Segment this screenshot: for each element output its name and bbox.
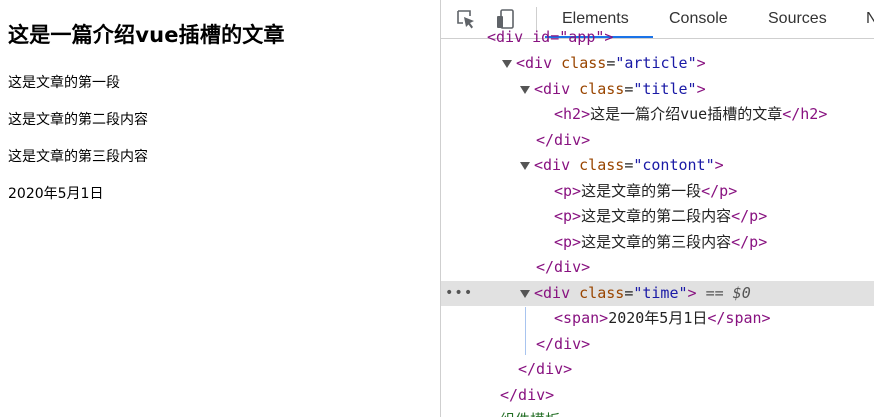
tree-line-app-close[interactable]: </div> bbox=[441, 383, 874, 408]
tag-name: div bbox=[543, 284, 571, 302]
attr-name: class bbox=[561, 54, 607, 72]
tree-app-text: <div id="app"> bbox=[487, 28, 614, 46]
p3-text: 这是文章的第三段内容 bbox=[581, 233, 732, 251]
tree-line-p1[interactable]: <p>这是文章的第一段</p> bbox=[441, 179, 874, 204]
tree-line-time-selected[interactable]: ••• <div class="time"> == $0 bbox=[441, 281, 874, 306]
page-heading: 这是一篇介绍vue插槽的文章 bbox=[8, 23, 285, 47]
paragraph-3: 这是文章的第三段内容 bbox=[8, 149, 148, 165]
attr-value: article bbox=[624, 54, 688, 72]
date-text: 2020年5月1日 bbox=[8, 186, 104, 202]
tree-line-p3[interactable]: <p>这是文章的第三段内容</p> bbox=[441, 230, 874, 255]
attr-value: contont bbox=[642, 156, 706, 174]
paragraph-2: 这是文章的第二段内容 bbox=[8, 112, 148, 128]
span-text: 2020年5月1日 bbox=[608, 309, 708, 327]
attr-name: class bbox=[579, 284, 625, 302]
tree-line-p2[interactable]: <p>这是文章的第二段内容</p> bbox=[441, 204, 874, 229]
tree-line-article[interactable]: <div class="article"> bbox=[441, 51, 874, 76]
attr-value: time bbox=[642, 284, 679, 302]
tree-line-article-close[interactable]: </div> bbox=[441, 357, 874, 382]
attr-value: title bbox=[642, 80, 688, 98]
collapse-triangle-icon[interactable] bbox=[520, 290, 530, 298]
tree-line-h2[interactable]: <h2>这是一篇介绍vue插槽的文章</h2> bbox=[441, 102, 874, 127]
selected-node-indicator: == $0 bbox=[705, 284, 751, 302]
collapse-triangle-icon[interactable] bbox=[520, 162, 530, 170]
tag-name: div bbox=[525, 54, 553, 72]
tree-line-span[interactable]: <span>2020年5月1日</span> bbox=[441, 306, 874, 331]
tree-line-time-close[interactable]: </div> bbox=[441, 332, 874, 357]
tree-line-comment[interactable]: 组件模板 bbox=[441, 408, 874, 417]
p1-text: 这是文章的第一段 bbox=[581, 182, 702, 200]
tag-name: div bbox=[543, 156, 571, 174]
devtools-panel: Elements Console Sources N <div id="app"… bbox=[440, 0, 874, 417]
collapse-triangle-icon[interactable] bbox=[502, 60, 512, 68]
attr-name: class bbox=[579, 156, 625, 174]
more-options-icon[interactable]: ••• bbox=[445, 281, 473, 306]
tree-line-app[interactable]: <div id="app"> bbox=[441, 25, 874, 50]
tree-line-title[interactable]: <div class="title"> bbox=[441, 77, 874, 102]
tag-name: div bbox=[543, 80, 571, 98]
p2-text: 这是文章的第二段内容 bbox=[581, 207, 732, 225]
page-preview: 这是一篇介绍vue插槽的文章 这是文章的第一段 这是文章的第二段内容 这是文章的… bbox=[0, 0, 440, 417]
tree-line-contont[interactable]: <div class="contont"> bbox=[441, 153, 874, 178]
paragraph-1: 这是文章的第一段 bbox=[8, 75, 120, 91]
comment-text: 组件模板 bbox=[500, 408, 560, 417]
attr-name: class bbox=[579, 80, 625, 98]
collapse-triangle-icon[interactable] bbox=[520, 86, 530, 94]
elements-tree: <div id="app"> <div class="article"> <di… bbox=[441, 28, 874, 417]
tree-line-title-close[interactable]: </div> bbox=[441, 128, 874, 153]
tree-line-contont-close[interactable]: </div> bbox=[441, 255, 874, 280]
h2-text: 这是一篇介绍vue插槽的文章 bbox=[590, 105, 783, 123]
